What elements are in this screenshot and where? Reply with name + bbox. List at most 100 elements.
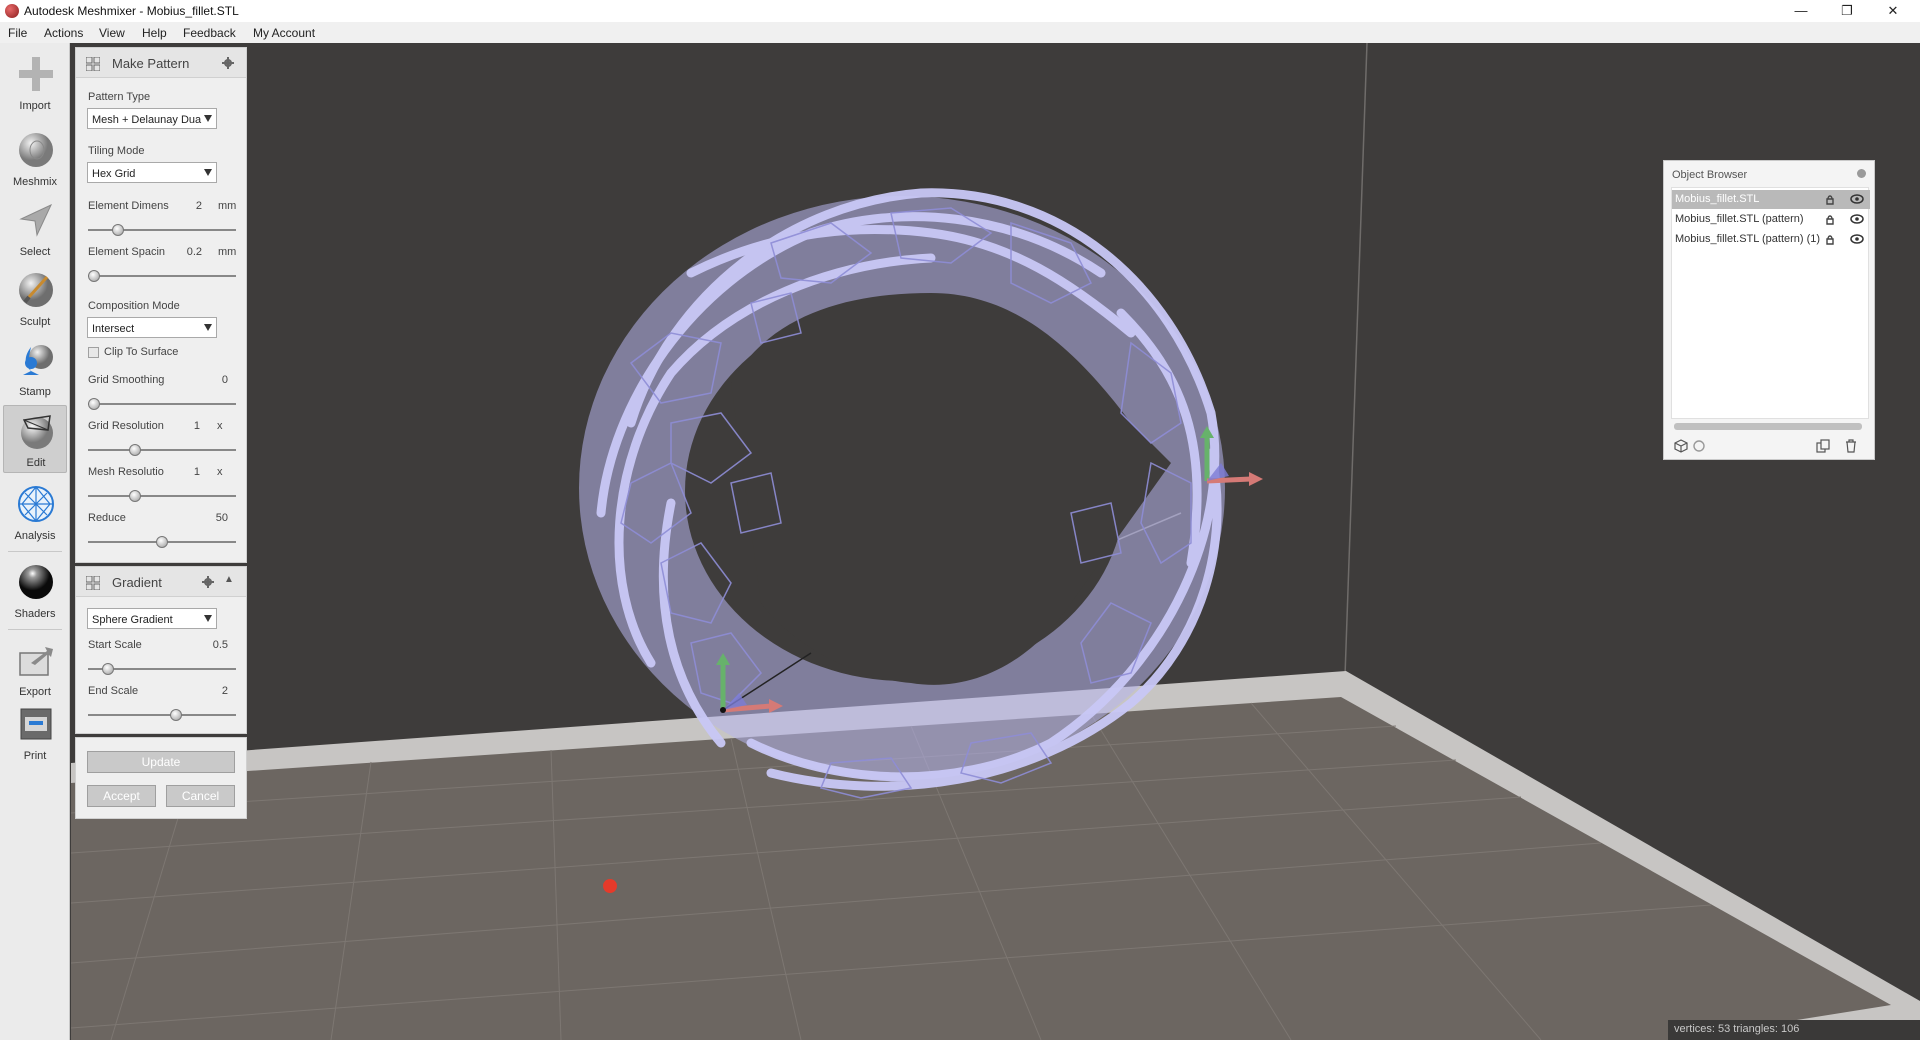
grid-smoothing-label: Grid Smoothing — [88, 374, 165, 386]
refresh-icon[interactable] — [1692, 439, 1706, 453]
grid-smoothing-value[interactable]: 0 — [198, 374, 228, 386]
close-icon[interactable] — [1857, 169, 1866, 178]
slider-thumb[interactable] — [129, 490, 141, 502]
object-row[interactable]: Mobius_fillet.STL (pattern) (1) — [1672, 230, 1870, 249]
update-button[interactable]: Update — [87, 751, 235, 773]
edit-sphere-icon — [21, 415, 53, 449]
gear-icon[interactable] — [202, 576, 214, 588]
menu-my-account[interactable]: My Account — [253, 26, 315, 40]
trash-icon[interactable] — [1844, 439, 1858, 453]
tool-edit[interactable]: Edit — [3, 405, 67, 473]
lock-icon[interactable] — [1824, 233, 1836, 245]
cube-icon[interactable] — [1674, 439, 1688, 453]
status-bar: vertices: 53 triangles: 106 — [1668, 1020, 1920, 1040]
slider-thumb[interactable] — [112, 224, 124, 236]
menu-actions[interactable]: Actions — [44, 26, 83, 40]
slider-thumb[interactable] — [88, 270, 100, 282]
menu-help[interactable]: Help — [142, 26, 167, 40]
gradient-type-value: Sphere Gradient — [92, 614, 173, 626]
mesh-resolution-label: Mesh Resolutio — [88, 466, 164, 478]
element-spacing-value[interactable]: 0.2 — [172, 246, 202, 258]
toolbar-divider — [8, 551, 62, 552]
slider-track — [88, 275, 236, 277]
reduce-value[interactable]: 50 — [198, 512, 228, 524]
start-scale-slider[interactable] — [88, 663, 236, 675]
composition-mode-dropdown[interactable]: Intersect — [87, 317, 217, 338]
element-dimens-slider[interactable] — [88, 224, 236, 236]
maximize-button[interactable]: ❐ — [1824, 0, 1870, 22]
tool-import[interactable]: Import — [3, 49, 67, 117]
eye-icon[interactable] — [1850, 214, 1864, 224]
object-row[interactable]: Mobius_fillet.STL (pattern) — [1672, 210, 1870, 229]
reduce-label: Reduce — [88, 512, 126, 524]
reduce-slider[interactable] — [88, 536, 236, 548]
tool-select[interactable]: Select — [3, 195, 67, 263]
tool-meshmix[interactable]: Meshmix — [3, 125, 67, 193]
tool-sculpt[interactable]: Sculpt — [3, 265, 67, 333]
duplicate-icon[interactable] — [1816, 439, 1830, 453]
end-scale-slider[interactable] — [88, 709, 236, 721]
eye-icon[interactable] — [1850, 234, 1864, 244]
tiling-mode-dropdown[interactable]: Hex Grid — [87, 162, 217, 183]
slider-thumb[interactable] — [102, 663, 114, 675]
lock-icon[interactable] — [1824, 213, 1836, 225]
grid-resolution-value[interactable]: 1 — [170, 420, 200, 432]
make-pattern-header[interactable]: Make Pattern — [76, 48, 246, 78]
menu-view[interactable]: View — [99, 26, 125, 40]
3d-viewport[interactable] — [71, 43, 1920, 1040]
slider-track — [88, 229, 236, 231]
slider-thumb[interactable] — [156, 536, 168, 548]
gradient-header[interactable]: Gradient ▲ — [76, 567, 246, 597]
mesh-resolution-slider[interactable] — [88, 490, 236, 502]
make-pattern-title: Make Pattern — [112, 56, 190, 71]
tool-print-label: Print — [23, 750, 47, 762]
tool-stamp[interactable]: Stamp — [3, 335, 67, 403]
clip-to-surface-checkbox[interactable] — [88, 347, 99, 358]
panel-grid-icon — [86, 576, 100, 590]
element-spacing-slider[interactable] — [88, 270, 236, 282]
left-toolbar: Import Meshmix Select Sculpt Stamp Edit … — [0, 43, 70, 1040]
gradient-type-dropdown[interactable]: Sphere Gradient — [87, 608, 217, 629]
tool-print[interactable]: Print — [3, 699, 67, 767]
object-browser-panel: Object Browser Mobius_fillet.STL Mobius_… — [1663, 160, 1875, 460]
menu-file[interactable]: File — [8, 26, 27, 40]
tiling-mode-label: Tiling Mode — [88, 145, 145, 157]
tool-sculpt-label: Sculpt — [19, 316, 51, 328]
printer-icon — [20, 708, 52, 740]
shader-sphere-icon — [19, 565, 53, 599]
tool-meshmix-label: Meshmix — [12, 176, 57, 188]
lock-icon[interactable] — [1824, 193, 1836, 205]
element-dimens-value[interactable]: 2 — [172, 200, 202, 212]
tool-analysis[interactable]: Analysis — [3, 479, 67, 547]
cancel-button[interactable]: Cancel — [166, 785, 235, 807]
grid-resolution-label: Grid Resolution — [88, 420, 164, 432]
tool-export[interactable]: Export — [3, 635, 67, 703]
horizontal-scrollbar[interactable] — [1674, 423, 1862, 430]
tool-select-label: Select — [19, 246, 51, 258]
window-title: Autodesk Meshmixer - Mobius_fillet.STL — [24, 4, 239, 18]
object-row[interactable]: Mobius_fillet.STL — [1672, 190, 1870, 209]
menu-feedback[interactable]: Feedback — [183, 26, 236, 40]
slider-thumb[interactable] — [88, 398, 100, 410]
tool-shaders[interactable]: Shaders — [3, 557, 67, 625]
face-sphere-icon — [19, 133, 53, 167]
slider-thumb[interactable] — [129, 444, 141, 456]
collapse-icon[interactable]: ▲ — [224, 574, 234, 585]
composition-mode-value: Intersect — [92, 323, 135, 335]
action-panel: Update Accept Cancel — [75, 737, 247, 819]
grid-resolution-slider[interactable] — [88, 444, 236, 456]
slider-thumb[interactable] — [170, 709, 182, 721]
pattern-type-dropdown[interactable]: Mesh + Delaunay Dua — [87, 108, 217, 129]
title-bar: Autodesk Meshmixer - Mobius_fillet.STL —… — [0, 0, 1920, 22]
element-spacing-unit: mm — [218, 246, 237, 258]
gradient-panel: Gradient ▲ Sphere Gradient Start Scale 0… — [75, 566, 247, 734]
mesh-resolution-value[interactable]: 1 — [170, 466, 200, 478]
eye-icon[interactable] — [1850, 194, 1864, 204]
minimize-button[interactable]: — — [1778, 0, 1824, 22]
accept-button[interactable]: Accept — [87, 785, 156, 807]
end-scale-value[interactable]: 2 — [198, 685, 228, 697]
start-scale-value[interactable]: 0.5 — [198, 639, 228, 651]
close-button[interactable]: ✕ — [1870, 0, 1916, 22]
grid-smoothing-slider[interactable] — [88, 398, 236, 410]
gear-icon[interactable] — [222, 57, 234, 69]
